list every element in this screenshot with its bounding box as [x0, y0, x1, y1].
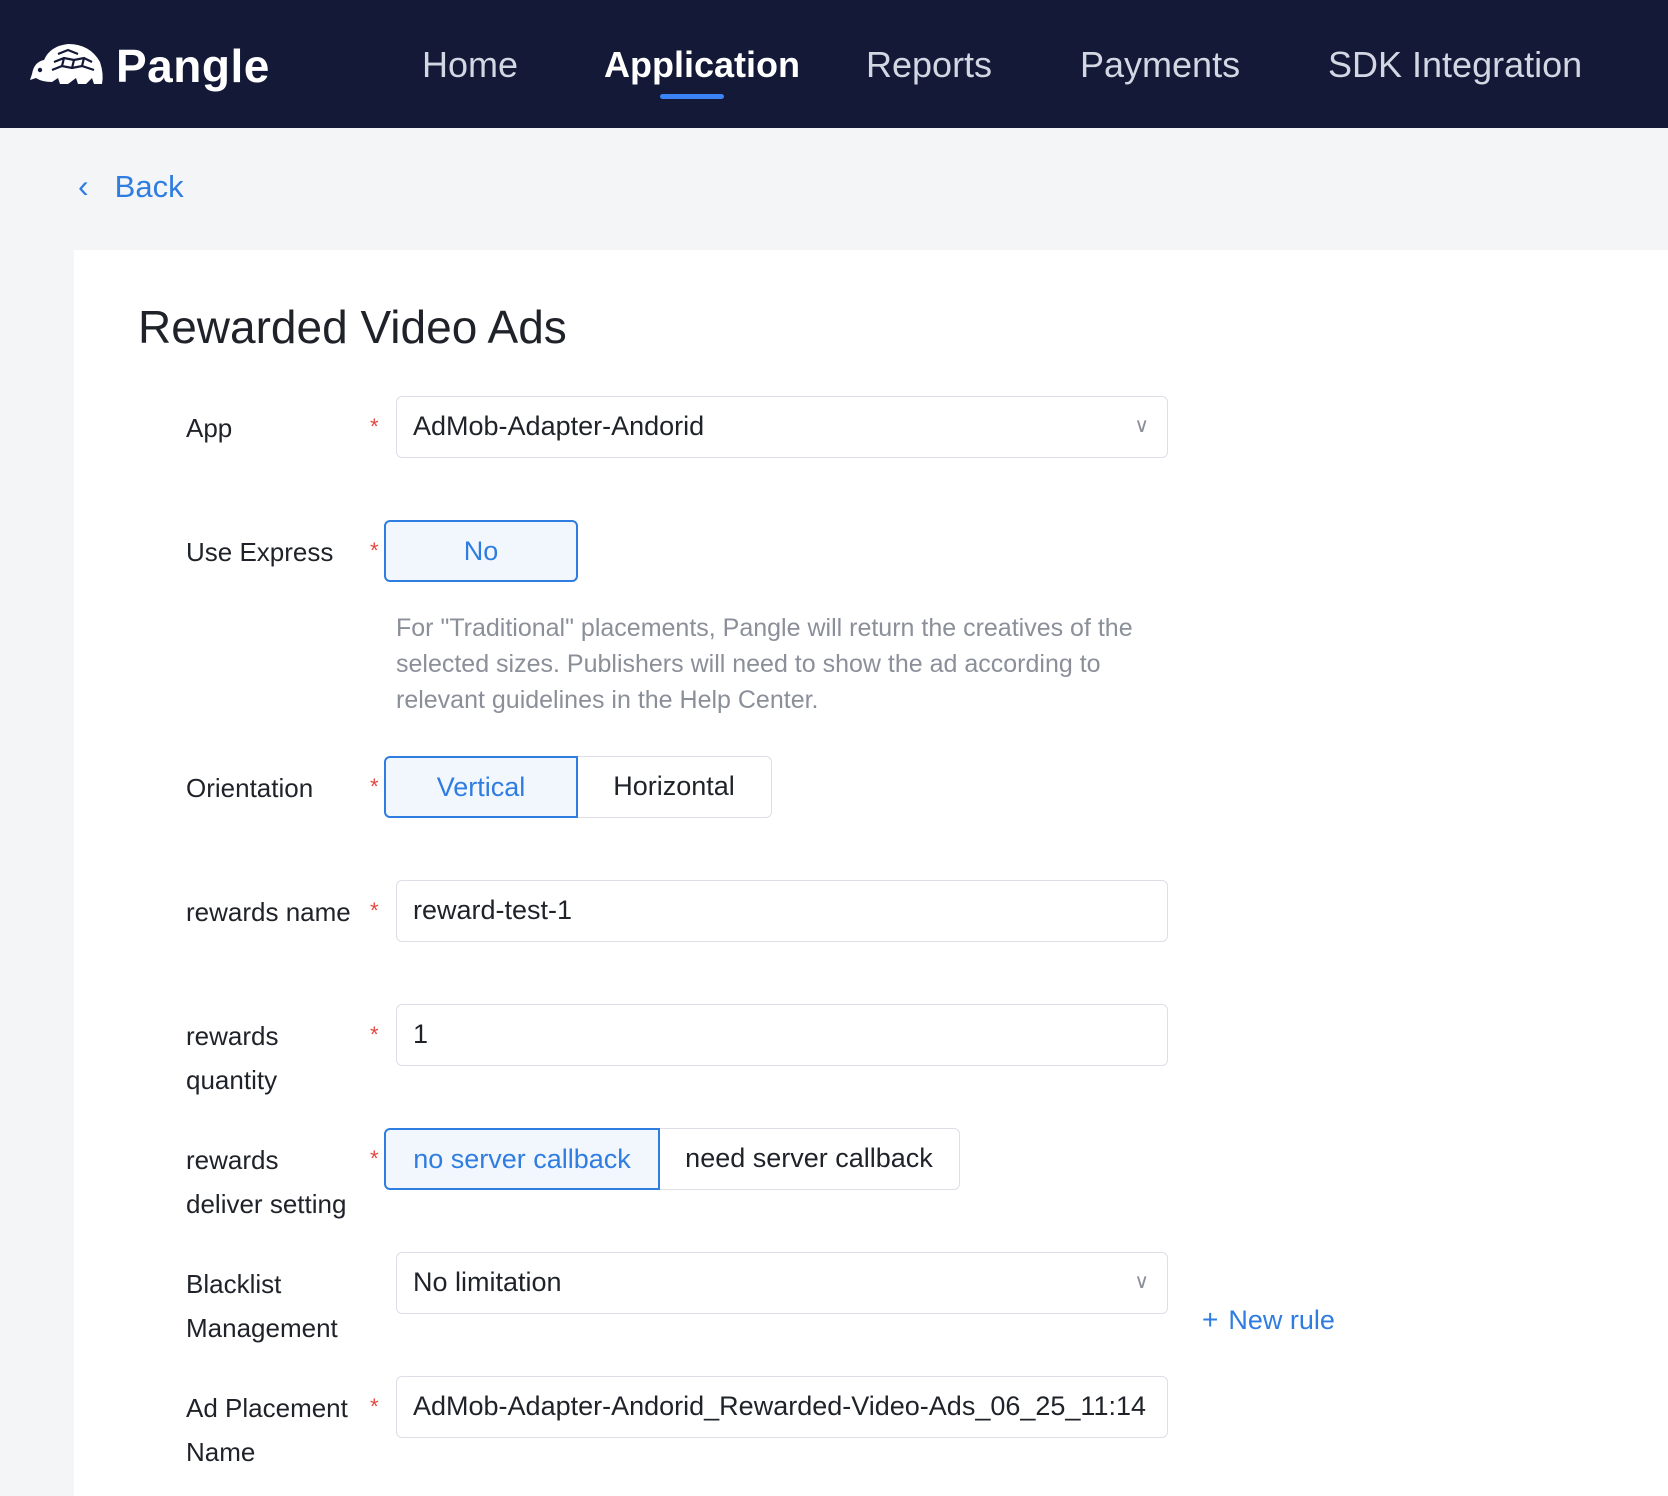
nav-application[interactable]: Application [604, 40, 800, 90]
pangolin-logo-icon [28, 40, 104, 92]
no-server-callback-option[interactable]: no server callback [384, 1128, 660, 1190]
rewards-quantity-input[interactable]: 1 [396, 1004, 1168, 1066]
orientation-horizontal-option[interactable]: Horizontal [576, 756, 772, 818]
chevron-down-icon: ∨ [1134, 415, 1149, 437]
placement-name-label-line1: Ad Placement [186, 1393, 348, 1423]
top-nav-bar: Pangle Home Application Reports Payments… [0, 0, 1668, 128]
new-rule-button[interactable]: + New rule [1202, 1304, 1335, 1336]
orientation-label: Orientation [186, 773, 314, 803]
use-express-label: Use Express [186, 537, 334, 567]
brand-logo[interactable]: Pangle [28, 36, 270, 96]
blacklist-label-line2: Management [186, 1313, 338, 1343]
required-mark: * [370, 538, 379, 563]
required-mark: * [370, 898, 379, 923]
nav-home[interactable]: Home [422, 40, 518, 90]
required-mark: * [370, 414, 379, 439]
brand-name: Pangle [116, 40, 270, 92]
required-mark: * [370, 1022, 379, 1047]
page-title: Rewarded Video Ads [138, 301, 567, 353]
required-mark: * [370, 1394, 379, 1419]
blacklist-select[interactable]: No limitation ∨ [396, 1252, 1168, 1314]
app-select-value: AdMob-Adapter-Andorid [413, 411, 705, 441]
rewards-quantity-label-line1: rewards [186, 1021, 279, 1051]
rewards-name-input[interactable]: reward-test-1 [396, 880, 1168, 942]
new-rule-label: New rule [1228, 1305, 1335, 1335]
chevron-down-icon: ∨ [1134, 1271, 1149, 1293]
nav-sdk-integration[interactable]: SDK Integration [1328, 40, 1582, 90]
chevron-left-icon: ‹ [78, 168, 89, 204]
rewards-deliver-label: rewards deliver setting [186, 1138, 346, 1226]
blacklist-label-line1: Blacklist [186, 1269, 282, 1299]
rewards-quantity-label: rewards quantity [186, 1014, 278, 1102]
blacklist-select-value: No limitation [413, 1267, 562, 1297]
nav-active-indicator [660, 94, 724, 99]
back-label: Back [114, 168, 184, 204]
required-mark: * [370, 1146, 379, 1171]
rewards-deliver-label-line1: rewards [186, 1145, 279, 1175]
app-select[interactable]: AdMob-Adapter-Andorid ∨ [396, 396, 1168, 458]
orientation-vertical-option[interactable]: Vertical [384, 756, 578, 818]
nav-payments[interactable]: Payments [1080, 40, 1240, 90]
back-link[interactable]: ‹ Back [78, 168, 184, 205]
rewards-deliver-label-line2: deliver setting [186, 1189, 347, 1219]
use-express-no-option[interactable]: No [384, 520, 578, 582]
blacklist-label: Blacklist Management [186, 1262, 338, 1350]
required-mark: * [370, 774, 379, 799]
use-express-help-text: For "Traditional" placements, Pangle wil… [396, 614, 1133, 714]
placement-name-input[interactable]: AdMob-Adapter-Andorid_Rewarded-Video-Ads… [396, 1376, 1168, 1438]
placement-name-label: Ad Placement Name [186, 1386, 348, 1474]
need-server-callback-option[interactable]: need server callback [658, 1128, 960, 1190]
placement-name-label-line2: Name [186, 1437, 256, 1467]
rewards-quantity-label-line2: quantity [186, 1065, 278, 1095]
rewards-name-label: rewards name [186, 897, 351, 927]
app-label: App [186, 413, 233, 443]
nav-reports[interactable]: Reports [866, 40, 992, 90]
plus-icon: + [1202, 1304, 1219, 1335]
